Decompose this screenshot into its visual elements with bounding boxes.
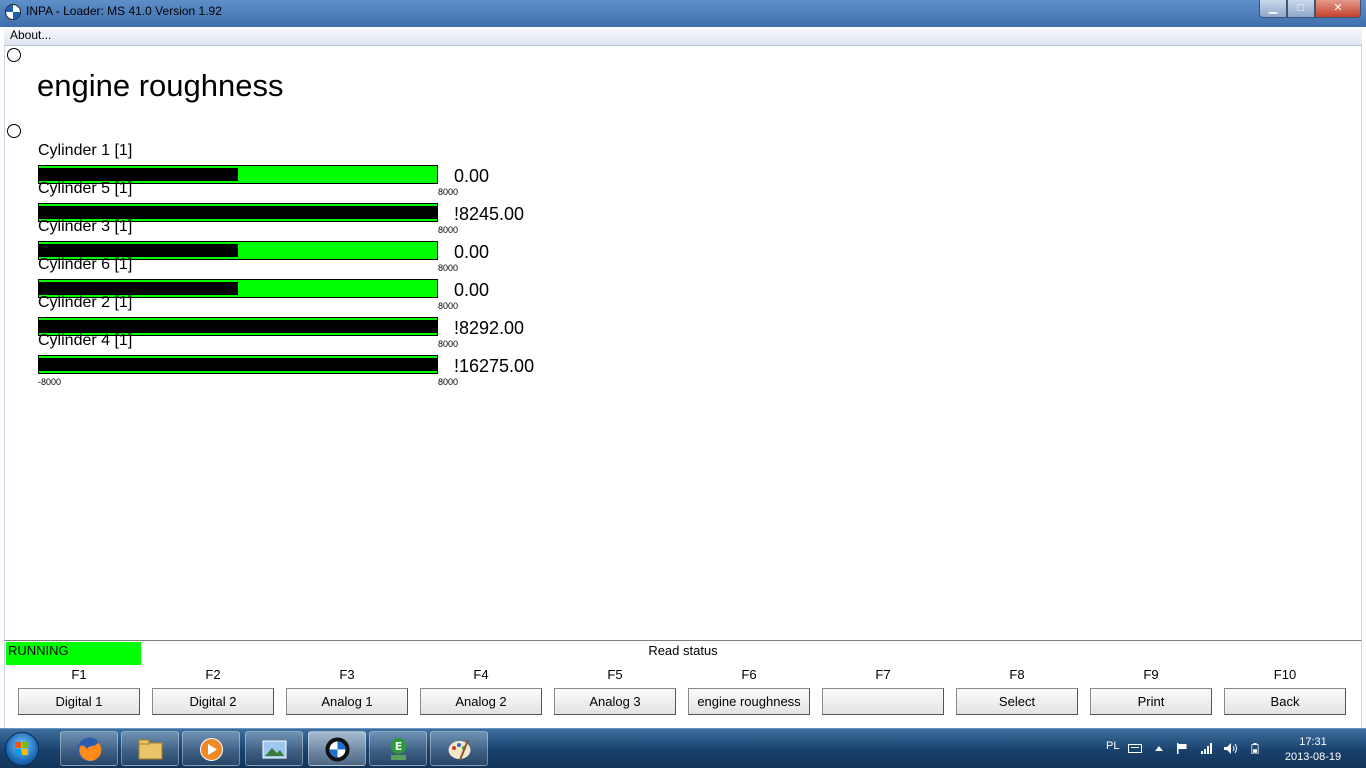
fkey-label: F9: [1143, 667, 1159, 682]
bmw-inpa-icon: [325, 737, 350, 762]
keyboard-icon[interactable]: [1128, 743, 1142, 754]
image-viewer-icon: [262, 740, 287, 759]
f1-button[interactable]: Digital 1: [18, 688, 140, 715]
gauge-fill: [39, 358, 437, 371]
bmw-logo-icon: [5, 4, 21, 20]
f8-button[interactable]: Select: [956, 688, 1078, 715]
gauge-min-label: -8000: [38, 377, 62, 387]
minimize-button[interactable]: ▁: [1259, 0, 1287, 18]
f10-button[interactable]: Back: [1224, 688, 1346, 715]
menu-bar: About...: [4, 27, 1362, 46]
f7-button[interactable]: [822, 688, 944, 715]
gauge-bar: [38, 355, 438, 374]
taskbar-paint[interactable]: [430, 731, 488, 766]
taskbar-media-player[interactable]: [182, 731, 240, 766]
radio-button[interactable]: [7, 124, 21, 138]
main-panel: engine roughness Cylinder 1 [1] 0.00 800…: [4, 46, 1362, 640]
gauge-max-label: 8000: [438, 377, 459, 387]
fkey-label: F5: [607, 667, 623, 682]
clock-time: 17:31: [1299, 736, 1327, 748]
windows-logo-icon: [15, 742, 29, 756]
gauge-value: 0.00: [454, 242, 490, 262]
close-button[interactable]: ✕: [1315, 0, 1361, 18]
page-title: engine roughness: [37, 68, 284, 103]
gauge-label: Cylinder 6 [1]: [38, 256, 133, 273]
volume-icon[interactable]: [1224, 743, 1238, 754]
start-button[interactable]: [5, 732, 39, 766]
network-signal-icon[interactable]: [1200, 743, 1212, 754]
fkey-label: F10: [1273, 667, 1297, 682]
f4-button[interactable]: Analog 2: [420, 688, 542, 715]
gauge-value: !8245.00: [454, 204, 525, 224]
read-status-label: Read status: [648, 643, 718, 658]
taskbar: E PL 17:31 2013-08-19: [0, 728, 1366, 768]
gauge-max-label: 8000: [438, 339, 459, 349]
maximize-button[interactable]: □: [1287, 0, 1315, 18]
system-clock[interactable]: 17:31 2013-08-19: [1275, 735, 1351, 765]
taskbar-inpa[interactable]: [308, 731, 366, 766]
gauge-label: Cylinder 1 [1]: [38, 142, 133, 159]
media-player-icon: [200, 738, 223, 761]
f9-button[interactable]: Print: [1090, 688, 1212, 715]
gauge-label: Cylinder 5 [1]: [38, 180, 133, 197]
gauge-max-label: 8000: [438, 301, 459, 311]
language-indicator[interactable]: PL: [1106, 740, 1119, 780]
gauge-label: Cylinder 3 [1]: [38, 218, 133, 235]
fkey-label: F1: [71, 667, 87, 682]
gauge-label: Cylinder 2 [1]: [38, 294, 133, 311]
show-hidden-icons-icon[interactable]: [1154, 743, 1164, 754]
f6-button[interactable]: engine roughness: [688, 688, 810, 715]
gauge-max-label: 8000: [438, 225, 459, 235]
taskbar-explorer[interactable]: [121, 731, 179, 766]
f5-button[interactable]: Analog 3: [554, 688, 676, 715]
gauge-value: !16275.00: [454, 356, 535, 376]
action-center-flag-icon[interactable]: [1176, 743, 1188, 754]
fkey-label: F2: [205, 667, 221, 682]
fkey-label: F7: [875, 667, 891, 682]
window-title: INPA - Loader: MS 41.0 Version 1.92: [26, 4, 222, 18]
firefox-icon: [77, 737, 102, 762]
menu-item-about[interactable]: About...: [10, 28, 51, 42]
gauge-max-label: 8000: [438, 187, 459, 197]
radio-button[interactable]: [7, 48, 21, 62]
gauge-max-label: 8000: [438, 263, 459, 273]
paint-icon: [448, 739, 471, 761]
ediabas-icon: E: [390, 738, 407, 760]
function-key-panel: RUNNING Read status F1 Digital 1 F2 Digi…: [4, 640, 1362, 728]
f3-button[interactable]: Analog 1: [286, 688, 408, 715]
fkey-label: F6: [741, 667, 757, 682]
taskbar-ediabas[interactable]: E: [369, 731, 427, 766]
battery-icon[interactable]: [1250, 743, 1260, 754]
f2-button[interactable]: Digital 2: [152, 688, 274, 715]
fkey-label: F8: [1009, 667, 1025, 682]
gauge-label: Cylinder 4 [1]: [38, 332, 133, 349]
taskbar-image-viewer[interactable]: [245, 731, 303, 766]
taskbar-firefox[interactable]: [60, 731, 118, 766]
fkey-label: F4: [473, 667, 489, 682]
window-title-bar[interactable]: INPA - Loader: MS 41.0 Version 1.92 ▁ □ …: [0, 0, 1366, 27]
gauge-value: 0.00: [454, 166, 490, 186]
clock-date: 2013-08-19: [1284, 751, 1342, 763]
gauge-value: 0.00: [454, 280, 490, 300]
svg-text:E: E: [395, 740, 403, 753]
fkey-label: F3: [339, 667, 355, 682]
gauge-value: !8292.00: [454, 318, 525, 338]
file-explorer-icon: [138, 739, 163, 760]
